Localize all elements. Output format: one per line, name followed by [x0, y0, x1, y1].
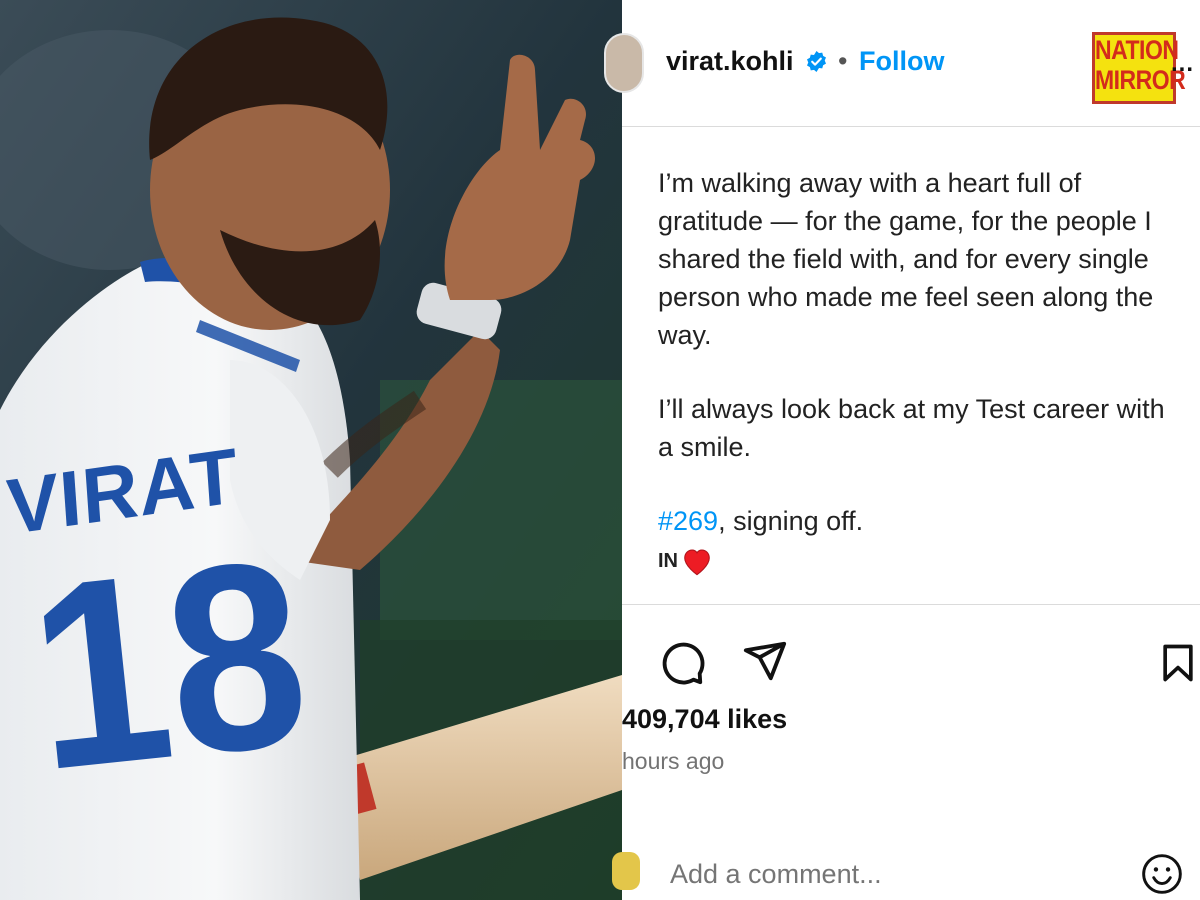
comment-avatar — [612, 852, 640, 890]
caption-signoff: #269, signing off. — [658, 502, 1178, 540]
emoji-icon[interactable] — [1140, 852, 1184, 896]
follow-button[interactable]: Follow — [859, 46, 944, 77]
divider — [622, 604, 1200, 605]
more-options-icon[interactable]: ... — [1171, 50, 1194, 78]
username-link[interactable]: virat.kohli — [666, 46, 794, 77]
post-header: virat.kohli • Follow NATION MIRROR ... — [604, 0, 1200, 127]
comment-icon[interactable] — [660, 640, 706, 686]
verified-icon — [807, 50, 826, 73]
post-timestamp: hours ago — [622, 748, 725, 774]
share-icon[interactable] — [742, 638, 788, 684]
post-photo: VIRAT 18 — [0, 0, 622, 900]
likes-count[interactable]: 409,704 likes — [622, 704, 787, 735]
hashtag-link[interactable]: #269 — [658, 506, 718, 536]
nation-mirror-logo: NATION MIRROR — [1092, 32, 1186, 104]
jersey-number: 18 — [18, 503, 319, 827]
separator-dot: • — [838, 46, 848, 76]
bookmark-icon[interactable] — [1156, 640, 1200, 686]
country-flag-text: IN — [658, 550, 678, 572]
caption-paragraph-1: I’m walking away with a heart full of gr… — [658, 168, 1154, 350]
post-caption: I’m walking away with a heart full of gr… — [658, 164, 1178, 580]
avatar[interactable] — [604, 33, 644, 93]
logo-line-2: MIRROR — [1095, 65, 1186, 95]
instagram-post-panel: virat.kohli • Follow NATION MIRROR ... I… — [604, 0, 1200, 900]
heart-icon — [684, 549, 710, 576]
comment-input[interactable] — [668, 858, 1092, 891]
signoff-text: , signing off. — [718, 506, 864, 536]
comment-row — [612, 846, 1200, 900]
flag-line: IN — [658, 542, 1178, 580]
caption-paragraph-2: I’ll always look back at my Test career … — [658, 394, 1165, 462]
